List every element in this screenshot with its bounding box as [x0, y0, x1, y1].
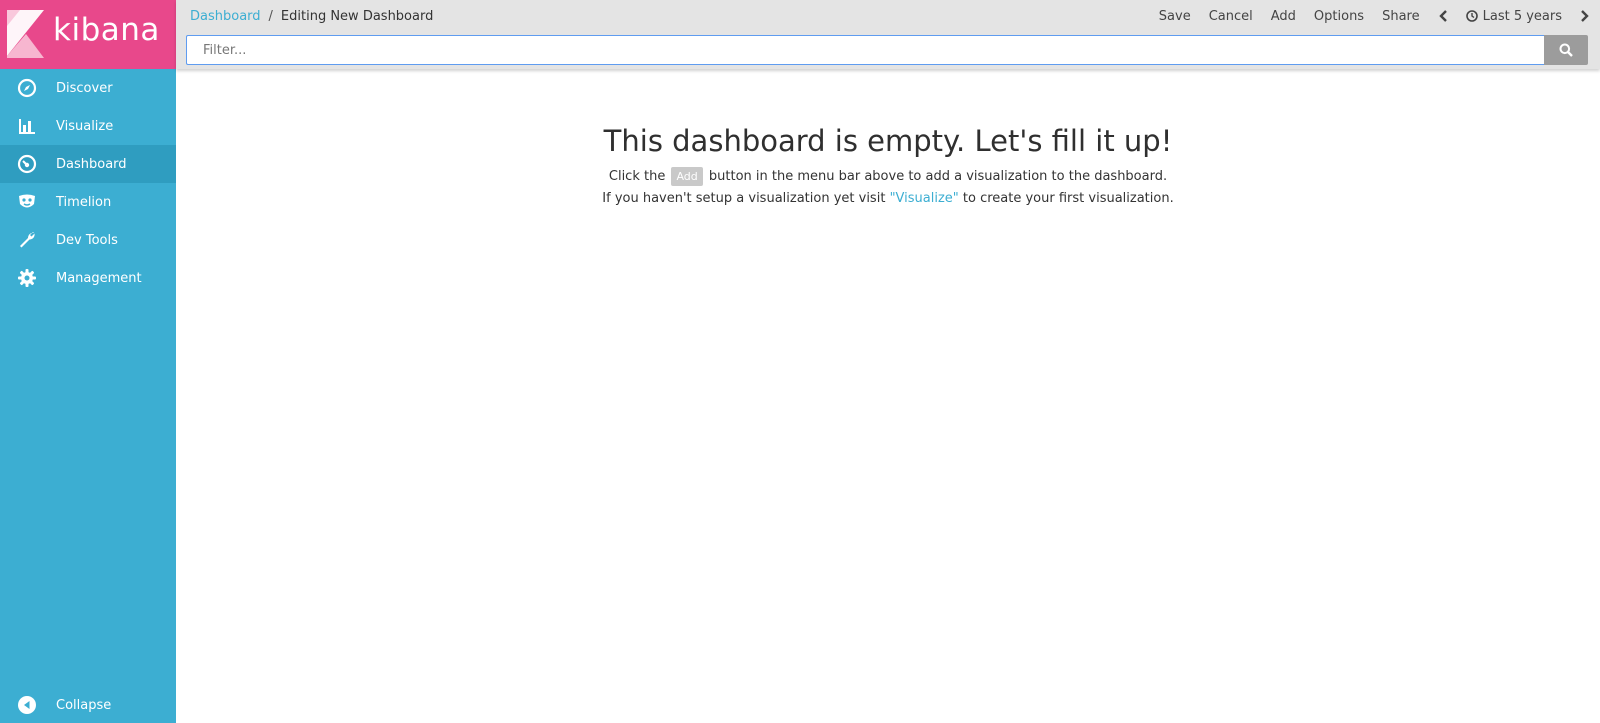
sidebar-item-dashboard[interactable]: Dashboard — [0, 145, 176, 183]
collapse-label: Collapse — [56, 697, 112, 713]
kibana-logo-icon — [7, 10, 44, 58]
search-button[interactable] — [1544, 35, 1588, 65]
sidebar-item-label: Timelion — [56, 194, 112, 210]
sidebar-item-label: Dashboard — [56, 156, 127, 172]
sidebar-item-label: Discover — [56, 80, 113, 96]
chevron-right-icon — [1581, 10, 1589, 22]
filter-input[interactable] — [186, 35, 1544, 65]
empty-instructions-line2: If you haven't setup a visualization yet… — [176, 188, 1600, 210]
empty-dashboard-message: This dashboard is empty. Let's fill it u… — [176, 124, 1600, 210]
breadcrumb-separator: / — [268, 8, 273, 24]
add-badge: Add — [671, 167, 703, 186]
save-button[interactable]: Save — [1159, 9, 1191, 24]
sidebar-item-label: Visualize — [56, 118, 114, 134]
line2-before: If you haven't setup a visualization yet… — [602, 191, 886, 206]
search-icon — [1559, 43, 1573, 57]
wrench-icon — [16, 229, 38, 251]
sidebar: kibana Discover Visualize Dashboard Time… — [0, 0, 176, 723]
dashboard-canvas: This dashboard is empty. Let's fill it u… — [176, 69, 1600, 723]
breadcrumb-current: Editing New Dashboard — [280, 8, 434, 24]
collapse-arrow-icon — [16, 694, 38, 716]
gear-icon — [16, 267, 38, 289]
time-picker-button[interactable]: Last 5 years — [1465, 8, 1562, 24]
line1-before: Click the — [608, 169, 666, 184]
filter-bar — [186, 35, 1588, 65]
breadcrumb: Dashboard / Editing New Dashboard — [190, 6, 433, 26]
sidebar-item-visualize[interactable]: Visualize — [0, 107, 176, 145]
clock-icon — [1465, 10, 1478, 22]
cancel-button[interactable]: Cancel — [1209, 9, 1253, 24]
sidebar-item-timelion[interactable]: Timelion — [0, 183, 176, 221]
top-menu: Save Cancel Add Options Share Last 5 yea… — [1159, 6, 1590, 26]
sidebar-item-label: Management — [56, 270, 142, 286]
sidebar-item-dev-tools[interactable]: Dev Tools — [0, 221, 176, 259]
brand-name: kibana — [53, 12, 160, 48]
empty-instructions-line1: Click the Add button in the menu bar abo… — [176, 166, 1600, 188]
sidebar-item-discover[interactable]: Discover — [0, 69, 176, 107]
sidebar-item-label: Dev Tools — [56, 232, 118, 248]
kibana-logo[interactable]: kibana — [0, 0, 176, 69]
time-range-label: Last 5 years — [1482, 8, 1562, 24]
sidebar-nav: Discover Visualize Dashboard Timelion De… — [0, 69, 176, 297]
collapse-sidebar-button[interactable]: Collapse — [0, 687, 192, 723]
timelion-mask-icon — [16, 191, 38, 213]
dashboard-gauge-icon — [16, 153, 38, 175]
line1-after: button in the menu bar above to add a vi… — [708, 169, 1168, 184]
top-nav-bar: Dashboard / Editing New Dashboard Save C… — [176, 0, 1600, 69]
time-back-button[interactable] — [1438, 10, 1448, 22]
options-button[interactable]: Options — [1314, 9, 1364, 24]
sidebar-item-management[interactable]: Management — [0, 259, 176, 297]
compass-icon — [16, 77, 38, 99]
add-button[interactable]: Add — [1271, 9, 1296, 24]
line2-after: to create your first visualization. — [962, 191, 1174, 206]
bar-chart-icon — [16, 115, 38, 137]
breadcrumb-dashboard-link[interactable]: Dashboard — [190, 9, 261, 24]
chevron-left-icon — [1438, 10, 1447, 22]
time-forward-button[interactable] — [1580, 10, 1590, 22]
share-button[interactable]: Share — [1382, 9, 1420, 24]
visualize-link[interactable]: "Visualize" — [890, 191, 959, 206]
empty-title: This dashboard is empty. Let's fill it u… — [603, 124, 1173, 158]
